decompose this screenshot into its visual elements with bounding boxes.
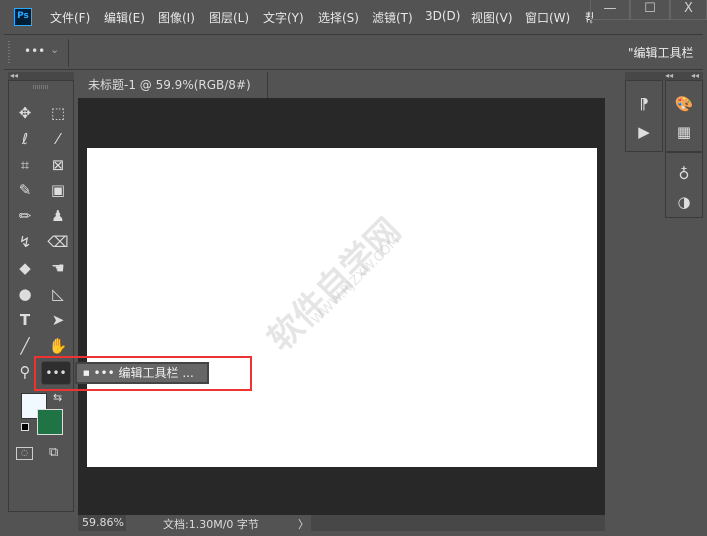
brush-tool-icon[interactable]: ✏: [13, 205, 37, 227]
crop-tool-icon[interactable]: ⌗: [13, 154, 37, 176]
dodge-tool-icon[interactable]: ●: [13, 283, 37, 305]
menu-select[interactable]: 选择(S): [318, 9, 359, 26]
status-bar: 59.86% 文档:1.30M/0 字节 〉: [78, 515, 605, 531]
frame-tool-icon[interactable]: ⊠: [46, 154, 70, 176]
panel-dock-1: ⁋ ▶: [625, 80, 663, 152]
background-color-swatch[interactable]: [37, 409, 63, 435]
adjustments-icon[interactable]: ◑: [672, 193, 696, 211]
smudge-tool-icon[interactable]: ☚: [46, 257, 70, 279]
swatches-grid-icon[interactable]: ▦: [672, 123, 696, 141]
learn-lightbulb-icon[interactable]: ♁: [672, 165, 696, 183]
menu-file[interactable]: 文件(F): [50, 9, 90, 26]
options-bar: ••• ⌄ "编辑工具栏: [4, 34, 703, 70]
line-tool-icon[interactable]: ╱: [13, 335, 37, 357]
options-label: "编辑工具栏: [628, 46, 694, 60]
quick-mask-icon[interactable]: ◌: [16, 447, 33, 460]
canvas[interactable]: 软件自学网 WWW.RJZXW.COM: [87, 148, 597, 467]
color-palette-icon[interactable]: 🎨: [672, 95, 696, 113]
swap-colors-icon[interactable]: ⇆: [53, 391, 62, 404]
menu-filter[interactable]: 滤镜(T): [372, 9, 413, 26]
stamp-tool-icon[interactable]: ♟: [46, 205, 70, 227]
close-button[interactable]: X: [670, 0, 707, 20]
type-tool-icon[interactable]: T: [13, 309, 37, 331]
status-arrow-icon[interactable]: 〉: [298, 516, 309, 532]
menu-bar: Ps 文件(F) 编辑(E) 图像(I) 图层(L) 文字(Y) 选择(S) 滤…: [0, 0, 707, 34]
doc-info: 文档:1.30M/0 字节: [163, 518, 259, 531]
toolbar-grip[interactable]: [33, 85, 49, 89]
pen-tool-icon[interactable]: ◺: [46, 283, 70, 305]
watermark-text: 软件自学网: [260, 210, 409, 360]
marquee-tool-icon[interactable]: ⬚: [46, 102, 70, 124]
history-brush-icon[interactable]: ↯: [13, 231, 37, 253]
minimize-button[interactable]: —: [590, 0, 630, 20]
menu-view[interactable]: 视图(V): [471, 9, 513, 26]
document-tab[interactable]: 未标题-1 @ 59.9%(RGB/8#) ×: [78, 72, 268, 118]
photoshop-logo: Ps: [14, 8, 32, 26]
menu-layer[interactable]: 图层(L): [209, 9, 249, 26]
history-icon[interactable]: ⁋: [632, 95, 656, 113]
panel-collapse[interactable]: ◂◂ ◂◂: [625, 72, 703, 80]
actions-play-icon[interactable]: ▶: [632, 123, 656, 141]
healing-brush-icon[interactable]: ▣: [46, 179, 70, 201]
eyedropper-icon[interactable]: ✎: [13, 179, 37, 201]
move-tool-icon[interactable]: ✥: [13, 102, 37, 124]
maximize-button[interactable]: ☐: [630, 0, 670, 20]
hand-tool-icon[interactable]: ✋: [46, 335, 70, 357]
lasso-tool-icon[interactable]: ℓ: [13, 128, 37, 150]
options-grip[interactable]: [8, 41, 10, 63]
document-tab-title: 未标题-1 @ 59.9%(RGB/8#): [88, 78, 251, 92]
panel-dock-3: ♁ ◑: [665, 152, 703, 218]
path-select-icon[interactable]: ➤: [46, 309, 70, 331]
eraser-tool-icon[interactable]: ⌫: [46, 231, 70, 253]
magic-wand-icon[interactable]: ⁄: [46, 128, 70, 150]
menu-window[interactable]: 窗口(W): [525, 9, 570, 26]
menu-type[interactable]: 文字(Y): [263, 9, 304, 26]
menu-3d[interactable]: 3D(D): [425, 9, 460, 23]
highlight-box: [34, 356, 252, 391]
toolbar-collapse[interactable]: ◂◂: [8, 72, 74, 80]
paint-bucket-icon[interactable]: ◆: [13, 257, 37, 279]
zoom-level[interactable]: 59.86%: [82, 516, 124, 529]
panel-dock-2: 🎨 ▦: [665, 80, 703, 152]
chevron-down-icon[interactable]: ⌄: [50, 43, 59, 56]
screen-mode-icon[interactable]: ⧉: [49, 445, 67, 460]
menu-image[interactable]: 图像(I): [158, 9, 195, 26]
toolbar: ✥ ⬚ ℓ ⁄ ⌗ ⊠ ✎ ▣ ✏ ♟ ↯ ⌫ ◆ ☚ ● ◺ T ➤ ╱ ✋ …: [8, 80, 74, 512]
divider: [68, 39, 69, 67]
tool-preset-icon[interactable]: •••: [24, 44, 45, 58]
menu-edit[interactable]: 编辑(E): [104, 9, 145, 26]
default-colors-icon[interactable]: [21, 423, 29, 431]
